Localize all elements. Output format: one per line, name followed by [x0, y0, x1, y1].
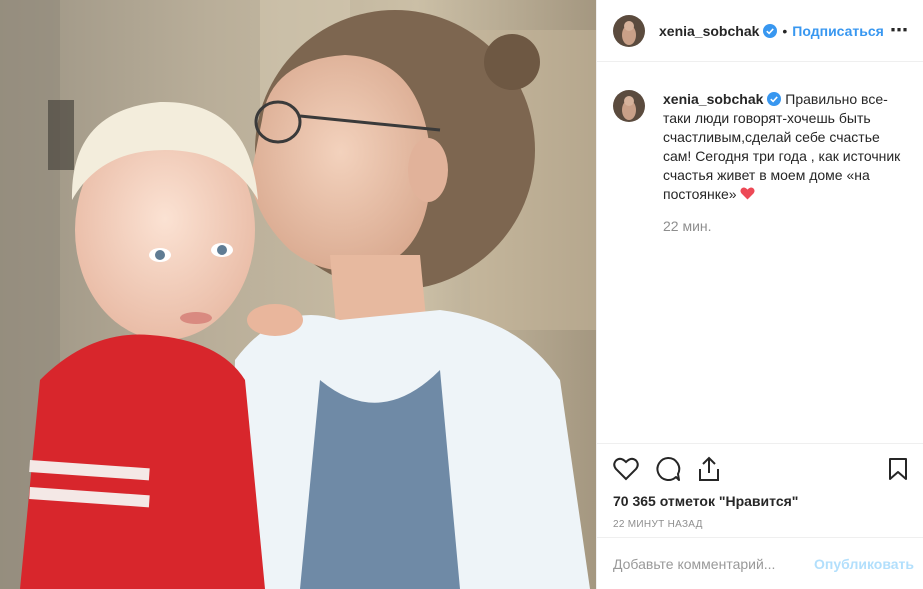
separator-dot: •	[782, 22, 788, 39]
more-dots-icon[interactable]: ⋯	[890, 20, 909, 41]
publish-button[interactable]: Опубликовать	[814, 556, 914, 572]
comment-input[interactable]	[613, 555, 815, 572]
caption-time: 22 мин.	[663, 218, 712, 234]
post-photo[interactable]	[0, 0, 596, 589]
actions-section: 70 365 отметок "Нравится" 22 МИНУТ НАЗАД	[597, 443, 923, 530]
caption: xenia_sobchak Правильно все-таки люди го…	[613, 90, 907, 204]
post-timestamp: 22 МИНУТ НАЗАД	[613, 519, 703, 530]
speech-bubble-icon[interactable]	[655, 456, 681, 482]
caption-text: Правильно все-таки люди говорят-хочешь б…	[663, 91, 901, 202]
caption-verified-badge-icon	[767, 92, 782, 106]
comments-section: xenia_sobchak Правильно все-таки люди го…	[597, 62, 923, 442]
post-details-panel: xenia_sobchak • Подписаться ⋯ xenia_sobc…	[596, 0, 923, 589]
follow-button[interactable]: Подписаться	[792, 23, 884, 39]
post-header: xenia_sobchak • Подписаться ⋯	[597, 0, 923, 62]
share-upload-icon[interactable]	[697, 456, 721, 482]
red-heart-emoji-icon	[740, 186, 756, 202]
heart-outline-icon[interactable]	[613, 457, 639, 481]
action-bar	[613, 444, 908, 494]
caption-avatar[interactable]	[613, 90, 645, 122]
verified-badge-icon	[763, 23, 778, 38]
photo-image	[0, 0, 596, 589]
bookmark-icon[interactable]	[888, 457, 908, 481]
likes-count[interactable]: 70 365 отметок "Нравится"	[613, 493, 908, 509]
username-link[interactable]: xenia_sobchak	[659, 23, 759, 39]
caption-username-link[interactable]: xenia_sobchak	[663, 91, 763, 107]
caption-body: xenia_sobchak Правильно все-таки люди го…	[663, 90, 907, 204]
add-comment-bar: Опубликовать	[597, 537, 923, 589]
avatar[interactable]	[613, 14, 645, 47]
